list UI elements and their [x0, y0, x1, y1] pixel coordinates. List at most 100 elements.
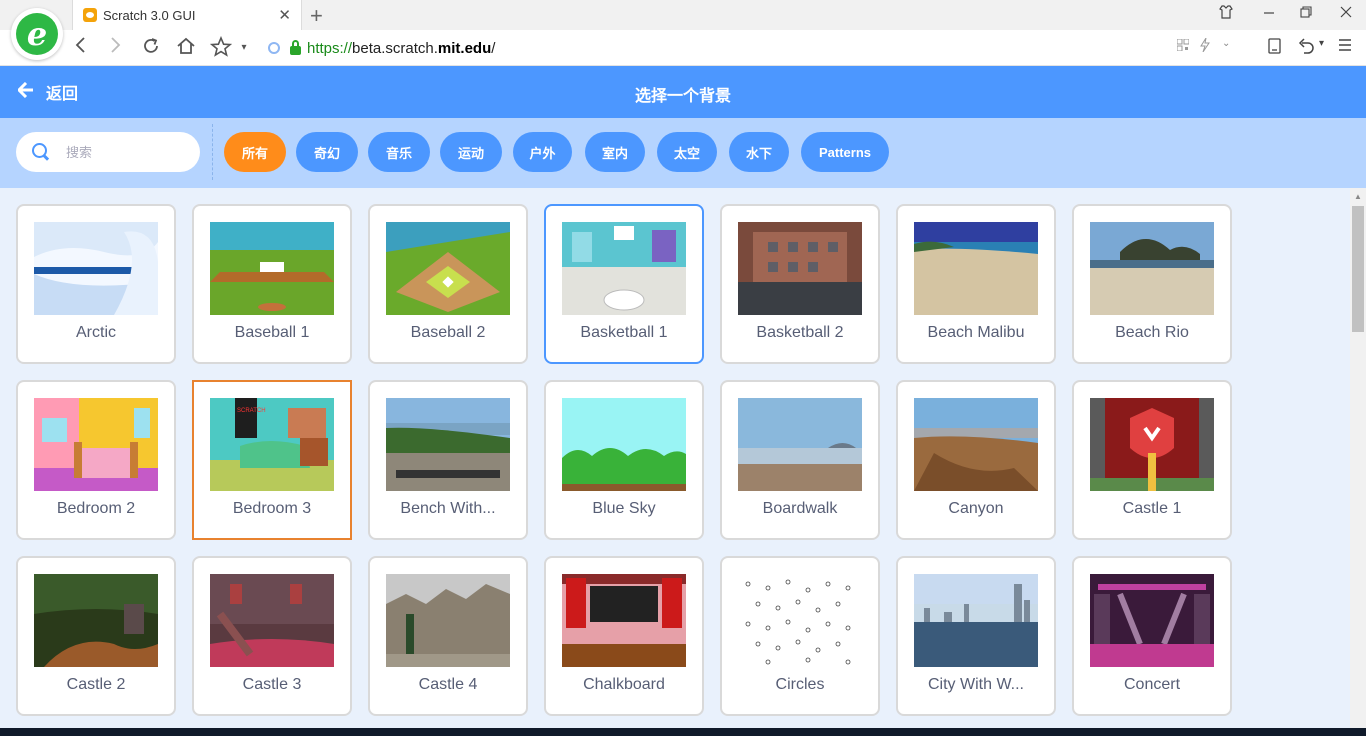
- forward-icon[interactable]: [104, 36, 128, 60]
- backdrop-label: Castle 4: [418, 676, 478, 693]
- address-bar[interactable]: https:// beta.scratch. mit.edu /: [268, 36, 1168, 60]
- tag-3[interactable]: 运动: [440, 132, 502, 172]
- tag-4[interactable]: 户外: [513, 132, 572, 172]
- url-host: beta.scratch.: [352, 39, 438, 57]
- search-input[interactable]: [66, 144, 186, 160]
- backdrop-card[interactable]: Castle 1: [1072, 380, 1232, 540]
- reading-mode-icon[interactable]: [1268, 38, 1281, 58]
- backdrop-card[interactable]: Chalkboard: [544, 556, 704, 716]
- tag-8[interactable]: Patterns: [801, 132, 889, 172]
- backdrop-thumbnail: [1090, 398, 1214, 491]
- chevron-down-icon[interactable]: ▾: [232, 36, 256, 60]
- backdrop-thumbnail: [562, 574, 686, 667]
- backdrop-label: Blue Sky: [592, 500, 656, 517]
- backdrop-card[interactable]: Castle 4: [368, 556, 528, 716]
- browser-tab[interactable]: Scratch 3.0 GUI ✕: [72, 0, 302, 30]
- star-icon[interactable]: [209, 35, 233, 64]
- tag-2[interactable]: 音乐: [368, 132, 430, 172]
- backdrop-library: Arctic Baseball 1 Baseball 2 Basketball 1 Ba…: [0, 188, 1350, 736]
- scrollbar[interactable]: ▲: [1350, 188, 1366, 736]
- home-icon[interactable]: [174, 36, 198, 62]
- backdrop-card[interactable]: SCRATCH Bedroom 3: [192, 380, 352, 540]
- backdrop-thumbnail: [1090, 222, 1214, 315]
- backdrop-label: Baseball 1: [234, 324, 310, 341]
- scratch-cat-icon: [83, 8, 97, 22]
- backdrop-label: Castle 1: [1122, 500, 1182, 517]
- divider: [212, 124, 213, 180]
- menu-icon[interactable]: [1338, 38, 1352, 56]
- tag-5[interactable]: 室内: [585, 132, 645, 172]
- backdrop-card[interactable]: Bedroom 2: [16, 380, 176, 540]
- backdrop-card[interactable]: Blue Sky: [544, 380, 704, 540]
- browser-logo[interactable]: e: [11, 8, 63, 60]
- search-box[interactable]: [16, 132, 200, 172]
- backdrop-label: Bedroom 2: [56, 500, 136, 517]
- url-domain: mit.edu: [437, 39, 492, 57]
- backdrop-thumbnail: [562, 398, 686, 491]
- tag-0[interactable]: 所有: [224, 132, 286, 172]
- qr-code-icon[interactable]: [1176, 38, 1190, 55]
- back-icon[interactable]: [68, 36, 92, 60]
- tag-7[interactable]: 水下: [729, 132, 789, 172]
- backdrop-card[interactable]: Bench With...: [368, 380, 528, 540]
- backdrop-card[interactable]: Circles: [720, 556, 880, 716]
- backdrop-card[interactable]: Baseball 2: [368, 204, 528, 364]
- backdrop-label: Concert: [1123, 676, 1181, 693]
- backdrop-label: Baseball 2: [410, 324, 486, 341]
- backdrop-label: Basketball 1: [580, 324, 668, 341]
- backdrop-card[interactable]: Arctic: [16, 204, 176, 364]
- site-info-icon[interactable]: [268, 42, 280, 54]
- backdrop-thumbnail: [738, 222, 862, 315]
- scroll-up-icon[interactable]: ▲: [1354, 192, 1362, 201]
- filter-bar: 所有奇幻音乐运动户外室内太空水下 Patterns: [0, 118, 1366, 188]
- new-tab-button[interactable]: +: [310, 3, 323, 29]
- close-tab-icon[interactable]: ✕: [278, 6, 291, 24]
- backdrop-label: Basketball 2: [756, 324, 844, 341]
- backdrop-thumbnail: [210, 222, 334, 315]
- page-title: 选择一个背景: [634, 88, 731, 105]
- backdrop-thumbnail: [34, 222, 158, 315]
- backdrop-label: Castle 2: [66, 676, 126, 693]
- url-path: /: [491, 39, 496, 57]
- backdrop-thumbnail: [914, 574, 1038, 667]
- lightning-icon[interactable]: [1200, 37, 1210, 56]
- backdrop-card[interactable]: Castle 2: [16, 556, 176, 716]
- backdrop-card[interactable]: Castle 3: [192, 556, 352, 716]
- backdrop-thumbnail: [386, 574, 510, 667]
- backdrop-thumbnail: [386, 222, 510, 315]
- chevron-down-icon[interactable]: ▾: [1319, 38, 1324, 49]
- backdrop-label: Arctic: [76, 324, 116, 341]
- chevron-down-icon[interactable]: ⌄: [1222, 38, 1230, 49]
- backdrop-card[interactable]: Boardwalk: [720, 380, 880, 540]
- backdrop-thumbnail: [738, 398, 862, 491]
- browser-tab-strip: Scratch 3.0 GUI ✕ +: [0, 0, 1366, 30]
- backdrop-card[interactable]: Canyon: [896, 380, 1056, 540]
- reload-icon[interactable]: [139, 36, 163, 62]
- shirt-icon[interactable]: [1216, 5, 1236, 23]
- tag-1[interactable]: 奇幻: [296, 132, 358, 172]
- backdrop-card[interactable]: Beach Rio: [1072, 204, 1232, 364]
- minimize-icon[interactable]: [1259, 5, 1279, 22]
- backdrop-label: Canyon: [948, 500, 1004, 517]
- close-window-icon[interactable]: [1336, 5, 1356, 22]
- scrollbar-thumb[interactable]: [1352, 206, 1364, 332]
- backdrop-label: Bedroom 3: [232, 500, 312, 517]
- backdrop-thumbnail: [34, 574, 158, 667]
- tag-6[interactable]: 太空: [657, 132, 717, 172]
- search-icon: [32, 143, 50, 161]
- restore-icon[interactable]: [1296, 5, 1316, 22]
- browser-tab-title: Scratch 3.0 GUI: [103, 7, 196, 23]
- os-taskbar: [0, 728, 1366, 736]
- backdrop-label: Beach Malibu: [927, 324, 1025, 341]
- backdrop-card[interactable]: Beach Malibu: [896, 204, 1056, 364]
- backdrop-card[interactable]: Basketball 1: [544, 204, 704, 364]
- browser-toolbar: ▾ https:// beta.scratch. mit.edu / ⌄ ▾: [0, 30, 1366, 66]
- backdrop-card[interactable]: Concert: [1072, 556, 1232, 716]
- backdrop-card[interactable]: City With W...: [896, 556, 1056, 716]
- undo-icon[interactable]: [1296, 38, 1316, 58]
- backdrop-label: Circles: [775, 676, 825, 693]
- backdrop-label: Beach Rio: [1115, 324, 1189, 341]
- backdrop-card[interactable]: Baseball 1: [192, 204, 352, 364]
- backdrop-thumbnail: [562, 222, 686, 315]
- backdrop-card[interactable]: Basketball 2: [720, 204, 880, 364]
